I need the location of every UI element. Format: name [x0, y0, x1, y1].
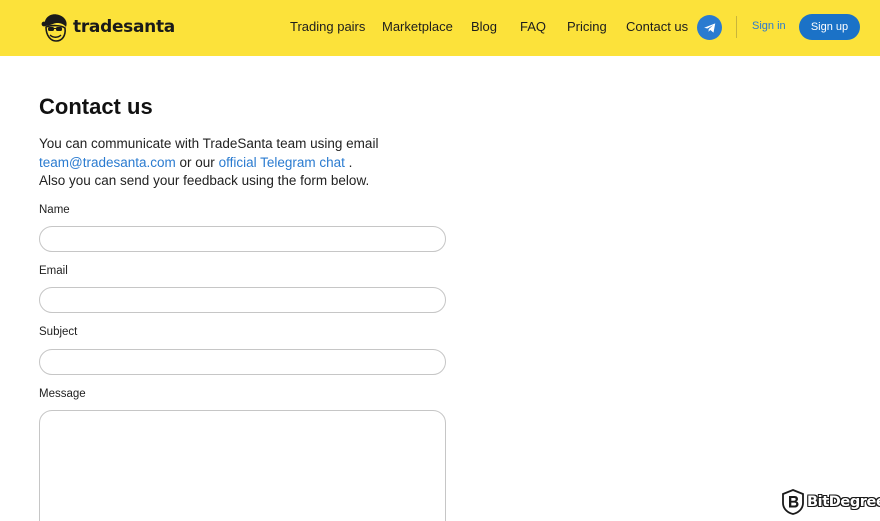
message-label: Message [39, 388, 86, 400]
bitdegree-text: BitDegree [807, 494, 880, 510]
nav-item-faq[interactable]: FAQ [520, 19, 546, 34]
name-input[interactable] [39, 226, 446, 252]
email-label: Email [39, 265, 68, 277]
telegram-icon [703, 22, 715, 33]
intro-text: You can communicate with TradeSanta team… [39, 135, 459, 191]
email-link[interactable]: team@tradesanta.com [39, 155, 176, 170]
top-navigation-bar: tradesanta Trading pairs Marketplace Blo… [0, 0, 880, 56]
bitdegree-shield-icon [782, 489, 804, 515]
intro-line-3: Also you can send your feedback using th… [39, 173, 370, 188]
intro-line-1: You can communicate with TradeSanta team… [39, 136, 379, 151]
sign-in-link[interactable]: Sign in [752, 20, 786, 32]
name-label: Name [39, 204, 70, 216]
page-title: Contact us [39, 94, 153, 119]
intro-middle-text: or our [175, 154, 219, 170]
telegram-chat-link[interactable]: official Telegram chat [219, 155, 345, 170]
sign-up-button[interactable]: Sign up [799, 14, 860, 40]
nav-item-blog[interactable]: Blog [471, 19, 497, 34]
nav-item-marketplace[interactable]: Marketplace [382, 19, 453, 34]
nav-item-trading-pairs[interactable]: Trading pairs [290, 19, 365, 34]
subject-label: Subject [39, 326, 78, 338]
telegram-button[interactable] [697, 15, 722, 40]
message-textarea[interactable] [39, 410, 446, 521]
nav-item-contact-us[interactable]: Contact us [626, 19, 688, 34]
nav-item-pricing[interactable]: Pricing [567, 19, 607, 34]
bitdegree-watermark: BitDegree [782, 489, 880, 515]
subject-input[interactable] [39, 349, 446, 375]
main-nav: Trading pairs Marketplace Blog FAQ Prici… [0, 0, 880, 56]
email-input[interactable] [39, 287, 446, 313]
nav-divider [736, 16, 737, 38]
intro-after-text: . [344, 154, 353, 170]
